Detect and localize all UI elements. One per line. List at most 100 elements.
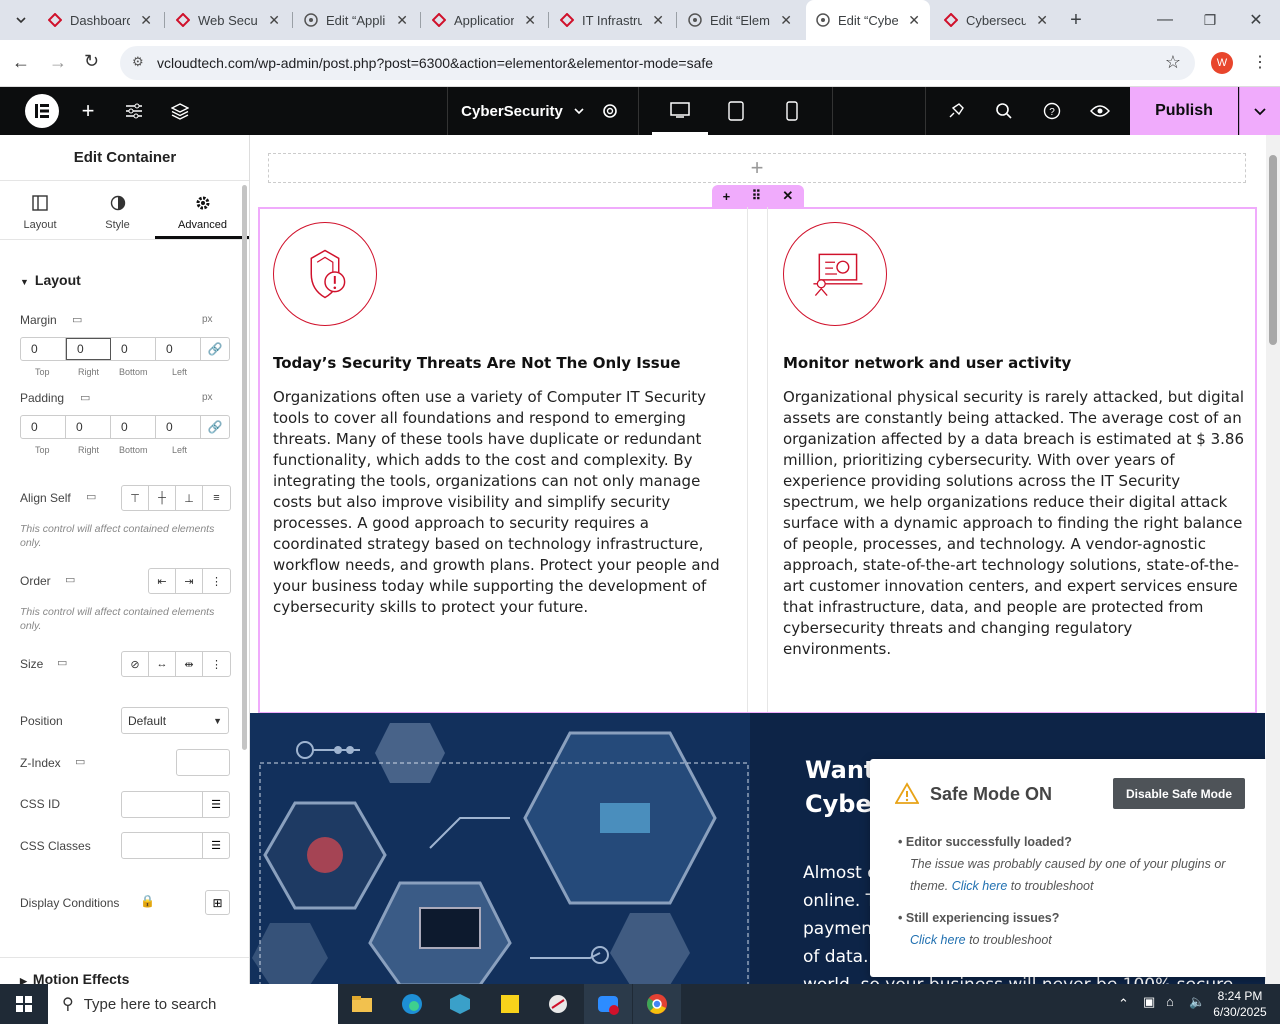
zoom-app-icon[interactable] bbox=[584, 984, 632, 1024]
new-tab-button[interactable]: + bbox=[1062, 0, 1090, 40]
restore-button[interactable]: ❐ bbox=[1190, 0, 1230, 40]
network-icon[interactable]: ▣ bbox=[1143, 994, 1155, 1010]
more-options-icon[interactable]: ⋮ bbox=[203, 569, 230, 593]
link-values-icon[interactable]: 🔗 bbox=[201, 416, 229, 438]
star-icon[interactable]: ☆ bbox=[1165, 52, 1181, 73]
padding-right-input[interactable]: 0 bbox=[66, 416, 111, 438]
app-icon[interactable] bbox=[436, 984, 484, 1024]
tab-advanced[interactable]: Advanced bbox=[155, 193, 249, 239]
mobile-view-icon[interactable] bbox=[778, 87, 806, 135]
browser-tab-5[interactable]: Edit “Elem ✕ bbox=[678, 0, 802, 40]
section-layout-header[interactable]: ▼ Layout bbox=[20, 272, 81, 288]
close-icon[interactable]: ✕ bbox=[268, 12, 280, 29]
desktop-icon[interactable]: ▭ bbox=[75, 755, 85, 768]
chrome-browser-icon[interactable] bbox=[633, 984, 681, 1024]
page-settings-gear-icon[interactable] bbox=[597, 87, 623, 135]
align-stretch-icon[interactable]: ≡ bbox=[203, 486, 230, 510]
display-conditions-button[interactable]: ⊞ bbox=[205, 890, 230, 915]
elementor-logo-icon[interactable] bbox=[24, 87, 60, 135]
browser-tab-3[interactable]: Application ✕ bbox=[422, 0, 546, 40]
close-icon[interactable]: ✕ bbox=[908, 12, 920, 29]
cssclasses-input[interactable]: ☰ bbox=[121, 832, 230, 859]
drag-handle-icon[interactable]: ⠿ bbox=[752, 188, 762, 204]
taskbar-search-box[interactable]: ⚲ Type here to search bbox=[48, 984, 338, 1024]
add-section-area[interactable]: + bbox=[268, 153, 1246, 183]
close-icon[interactable]: ✕ bbox=[140, 12, 152, 29]
back-icon[interactable]: ← bbox=[12, 52, 30, 73]
size-none-icon[interactable]: ⊘ bbox=[122, 652, 149, 676]
sticky-notes-icon[interactable] bbox=[486, 984, 534, 1024]
browser-tab-1[interactable]: Web Secur ✕ bbox=[166, 0, 290, 40]
browser-tab-2[interactable]: Edit “Appli ✕ bbox=[294, 0, 418, 40]
close-icon[interactable]: ✕ bbox=[780, 12, 792, 29]
close-icon[interactable]: ✕ bbox=[396, 12, 408, 29]
add-icon[interactable]: + bbox=[723, 189, 731, 204]
desktop-icon[interactable]: ▭ bbox=[80, 391, 90, 404]
margin-top-input[interactable]: 0 bbox=[21, 338, 66, 360]
volume-icon[interactable]: 🔈 bbox=[1189, 994, 1205, 1010]
unit-select[interactable]: px bbox=[202, 314, 213, 325]
page-name-dropdown[interactable]: CyberSecurity bbox=[460, 87, 586, 135]
zindex-input[interactable] bbox=[176, 749, 230, 776]
window-close-button[interactable]: ✕ bbox=[1236, 0, 1276, 40]
position-select[interactable]: Default ▼ bbox=[121, 707, 229, 734]
system-tray-chevron-icon[interactable]: ⌃ bbox=[1118, 996, 1129, 1012]
cssid-input[interactable]: ☰ bbox=[121, 791, 230, 818]
windows-start-icon[interactable] bbox=[0, 984, 48, 1024]
site-info-icon[interactable]: ⚙ bbox=[132, 54, 144, 70]
preview-eye-icon[interactable] bbox=[1086, 87, 1114, 135]
desktop-view-icon[interactable] bbox=[652, 87, 708, 135]
margin-right-input[interactable]: 0 bbox=[66, 338, 111, 360]
troubleshoot-link[interactable]: Click here bbox=[952, 879, 1008, 893]
minimize-button[interactable]: — bbox=[1145, 0, 1185, 40]
order-start-icon[interactable]: ⇤ bbox=[149, 569, 176, 593]
tab-style[interactable]: Style bbox=[80, 193, 155, 239]
desktop-icon[interactable]: ▭ bbox=[65, 573, 75, 586]
panel-scrollbar[interactable] bbox=[242, 185, 247, 750]
edge-browser-icon[interactable] bbox=[388, 984, 436, 1024]
padding-top-input[interactable]: 0 bbox=[21, 416, 66, 438]
wifi-icon[interactable]: ⌂ bbox=[1166, 994, 1174, 1009]
size-grow-icon[interactable]: ↔ bbox=[149, 652, 176, 676]
profile-avatar[interactable]: W bbox=[1211, 52, 1233, 74]
troubleshoot-link[interactable]: Click here bbox=[910, 933, 966, 947]
order-end-icon[interactable]: ⇥ bbox=[176, 569, 203, 593]
link-values-icon[interactable]: 🔗 bbox=[201, 338, 229, 360]
section-motion-effects-header[interactable]: ▶ Motion Effects bbox=[20, 971, 129, 985]
help-icon[interactable]: ? bbox=[1038, 87, 1066, 135]
column-1[interactable]: Today’s Security Threats Are Not The Onl… bbox=[260, 207, 748, 712]
canvas-scrollbar-track[interactable] bbox=[1266, 135, 1280, 985]
dynamic-tags-icon[interactable]: ☰ bbox=[202, 792, 229, 817]
more-options-icon[interactable]: ⋮ bbox=[203, 652, 230, 676]
delete-icon[interactable]: ✕ bbox=[782, 188, 793, 204]
margin-left-input[interactable]: 0 bbox=[156, 338, 201, 360]
publish-button[interactable]: Publish bbox=[1130, 87, 1238, 135]
close-icon[interactable]: ✕ bbox=[1036, 12, 1048, 29]
canvas-scrollbar-thumb[interactable] bbox=[1269, 155, 1277, 345]
more-menu-icon[interactable]: ⋮ bbox=[1252, 52, 1268, 72]
url-bar[interactable]: ⚙ vcloudtech.com/wp-admin/post.php?post=… bbox=[120, 46, 1195, 80]
add-element-icon[interactable]: + bbox=[74, 87, 102, 135]
tablet-view-icon[interactable] bbox=[722, 87, 750, 135]
desktop-icon[interactable]: ▭ bbox=[57, 656, 67, 669]
size-shrink-icon[interactable]: ⇹ bbox=[176, 652, 203, 676]
align-start-icon[interactable]: ⊤ bbox=[122, 486, 149, 510]
search-icon[interactable] bbox=[990, 87, 1018, 135]
padding-bottom-input[interactable]: 0 bbox=[111, 416, 156, 438]
notifications-rocket-icon[interactable] bbox=[942, 87, 970, 135]
disable-safe-mode-button[interactable]: Disable Safe Mode bbox=[1113, 778, 1245, 809]
tab-list-button[interactable] bbox=[6, 0, 36, 40]
reload-icon[interactable]: ↻ bbox=[84, 51, 99, 72]
align-end-icon[interactable]: ⊥ bbox=[176, 486, 203, 510]
close-icon[interactable]: ✕ bbox=[652, 12, 664, 29]
margin-bottom-input[interactable]: 0 bbox=[111, 338, 156, 360]
snipping-tool-icon[interactable] bbox=[534, 984, 582, 1024]
structure-layers-icon[interactable] bbox=[166, 87, 194, 135]
unit-select[interactable]: px bbox=[202, 392, 213, 403]
publish-options-button[interactable] bbox=[1239, 87, 1280, 135]
browser-tab-7[interactable]: Cybersecu ✕ bbox=[934, 0, 1058, 40]
site-settings-icon[interactable] bbox=[120, 87, 148, 135]
align-center-icon[interactable]: ┼ bbox=[149, 486, 176, 510]
forward-icon[interactable]: → bbox=[49, 52, 67, 73]
desktop-icon[interactable]: ▭ bbox=[86, 490, 96, 503]
